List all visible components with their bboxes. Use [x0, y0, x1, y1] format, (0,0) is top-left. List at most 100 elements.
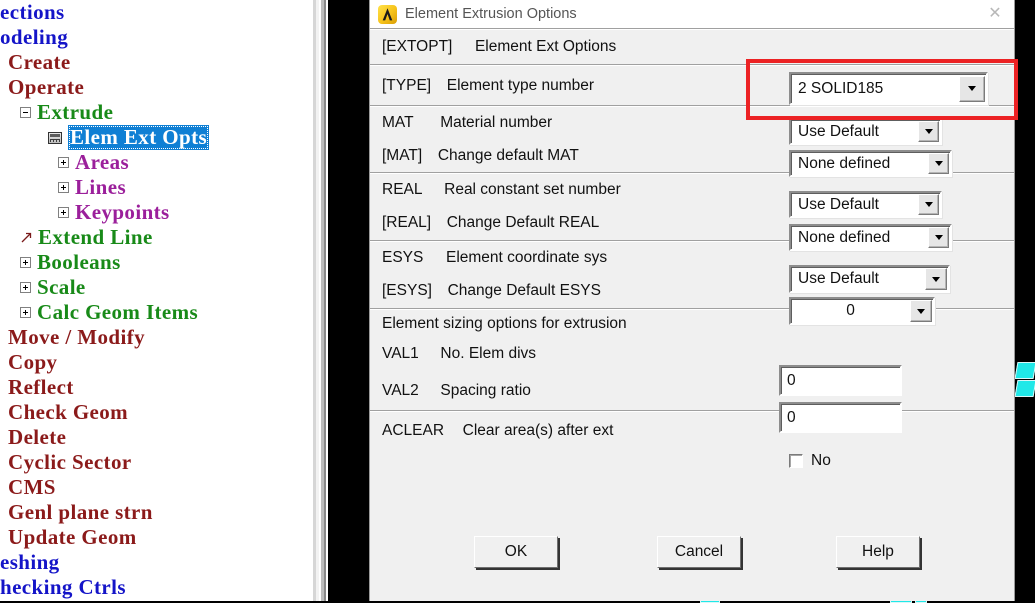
aclear-label: ACLEAR Clear area(s) after ext — [382, 422, 613, 440]
tree-item-hecking-ctrls[interactable]: hecking Ctrls — [0, 575, 311, 600]
tree-item-copy[interactable]: Copy — [0, 350, 311, 375]
material-number-combobox[interactable]: Use Default — [789, 118, 942, 145]
esys-change-label: [ESYS] Change Default ESYS — [382, 282, 601, 300]
tree-item-lines[interactable]: Lines — [0, 175, 311, 200]
tree-item-label: Check Geom — [8, 400, 129, 424]
real-change-code: [REAL] — [382, 214, 432, 231]
tree-vertical-scrollbar[interactable] — [311, 0, 328, 601]
real-code: REAL — [382, 181, 423, 198]
tree-item-label: CMS — [8, 475, 56, 499]
model-tree-panel[interactable]: ections odeling Create Operate Extrude Elem E… — [0, 0, 311, 601]
dialog-sheet-icon — [48, 131, 62, 144]
tree-item-label: Extend Line — [38, 225, 153, 249]
tree-item-booleans[interactable]: Booleans — [0, 250, 311, 275]
no-elem-divs-value: 0 — [787, 371, 796, 389]
tree-item-label: Elem Ext Opts — [68, 125, 210, 150]
mat-change-desc: Change default MAT — [437, 146, 579, 164]
clear-areas-after-ext-checkbox[interactable]: No — [789, 452, 831, 470]
tree-item-areas[interactable]: Areas — [0, 150, 311, 175]
change-default-real-combobox[interactable]: None defined — [789, 224, 952, 251]
chevron-down-icon[interactable] — [918, 121, 939, 142]
chevron-down-icon[interactable] — [918, 194, 939, 215]
collapse-icon[interactable] — [20, 107, 31, 119]
tree-item-check-geom[interactable]: Check Geom — [0, 400, 311, 425]
help-button-label: Help — [862, 543, 894, 560]
element-type-number-value: 2 SOLID185 — [798, 79, 884, 97]
tree-item-label: Areas — [75, 150, 130, 174]
checkbox-box[interactable] — [789, 454, 803, 468]
help-button[interactable]: Help — [836, 536, 920, 568]
val2-label: VAL2 Spacing ratio — [382, 382, 531, 400]
tree-item-label: Create — [8, 50, 71, 74]
tree-item-label: hecking Ctrls — [0, 575, 126, 599]
desktop-background: ections odeling Create Operate Extrude Elem E… — [0, 0, 1035, 603]
chevron-down-icon[interactable] — [928, 153, 949, 174]
extopt-desc: Element Ext Options — [474, 38, 617, 55]
element-type-number-combobox[interactable]: 2 SOLID185 — [789, 72, 988, 105]
tree-item-create[interactable]: Create — [0, 50, 311, 75]
chevron-down-icon[interactable] — [925, 268, 947, 290]
tree-item-label: Scale — [37, 275, 86, 299]
tree-item-extrude[interactable]: Extrude — [0, 100, 311, 125]
expand-icon[interactable] — [20, 257, 31, 269]
tree-item-delete[interactable]: Delete — [0, 425, 311, 450]
tree-item-scale[interactable]: Scale — [0, 275, 311, 300]
change-default-esys-combobox[interactable]: 0 — [789, 297, 935, 325]
extopt-section-header: [EXTOPT] Element Ext Options — [370, 30, 1014, 64]
element-coordinate-sys-combobox[interactable]: Use Default — [789, 265, 950, 293]
expand-icon[interactable] — [20, 282, 31, 294]
real-change-label: [REAL] Change Default REAL — [382, 214, 599, 232]
tree-item-cms[interactable]: CMS — [0, 475, 311, 500]
mat-change-label: [MAT] Change default MAT — [382, 147, 579, 165]
val1-code: VAL1 — [382, 345, 419, 362]
cancel-button-label: Cancel — [674, 543, 724, 560]
real-constant-set-combobox[interactable]: Use Default — [789, 191, 942, 218]
expand-icon[interactable] — [58, 157, 69, 169]
tree-item-label: Booleans — [37, 250, 121, 274]
tree-item-label: Copy — [8, 350, 58, 374]
change-default-esys-value: 0 — [846, 302, 855, 319]
tree-item-label: Cyclic Sector — [8, 450, 132, 474]
ok-button[interactable]: OK — [474, 536, 558, 568]
expand-icon[interactable] — [58, 207, 69, 219]
clear-areas-state-label: No — [811, 452, 831, 469]
tree-item-label: eshing — [0, 550, 60, 574]
change-default-mat-combobox[interactable]: None defined — [789, 150, 952, 177]
chevron-down-icon[interactable] — [959, 75, 985, 102]
aclear-desc: Clear area(s) after ext — [462, 422, 614, 439]
real-change-desc: Change Default REAL — [446, 214, 600, 231]
tree-item-label: Reflect — [8, 375, 74, 399]
val1-label: VAL1 No. Elem divs — [382, 345, 536, 363]
tree-item-ections[interactable]: ections — [0, 0, 311, 25]
tree-item-operate[interactable]: Operate — [0, 75, 311, 100]
tree-item-reflect[interactable]: Reflect — [0, 375, 311, 400]
dialog-title: Element Extrusion Options — [405, 6, 577, 22]
chevron-down-icon[interactable] — [910, 300, 932, 322]
tree-item-label: Update Geom — [8, 525, 137, 549]
spacing-ratio-input[interactable]: 0 — [779, 402, 902, 433]
tree-item-cyclic-sector[interactable]: Cyclic Sector — [0, 450, 311, 475]
expand-icon[interactable] — [20, 307, 31, 319]
mesh-element — [1014, 380, 1035, 397]
expand-icon[interactable] — [58, 182, 69, 194]
tree-item-update-geom[interactable]: Update Geom — [0, 525, 311, 550]
row-val1: VAL1 No. Elem divs — [370, 337, 1014, 371]
cancel-button[interactable]: Cancel — [657, 536, 741, 568]
chevron-down-icon[interactable] — [928, 227, 949, 248]
tree-item-move-modify[interactable]: Move / Modify — [0, 325, 311, 350]
tree-item-extend-line[interactable]: Extend Line — [0, 225, 311, 250]
tree-item-genl-plane-strn[interactable]: Genl plane strn — [0, 500, 311, 525]
val1-desc: No. Elem divs — [440, 345, 537, 362]
tree-item-label: Calc Geom Items — [37, 300, 199, 324]
no-elem-divs-input[interactable]: 0 — [779, 365, 902, 396]
close-icon[interactable]: ✕ — [982, 3, 1008, 25]
tree-item-elem-ext-opts[interactable]: Elem Ext Opts — [0, 125, 311, 150]
tree-item-keypoints[interactable]: Keypoints — [0, 200, 311, 225]
extopt-header-label: [EXTOPT] Element Ext Options — [382, 38, 616, 56]
tree-item-calc-geom-items[interactable]: Calc Geom Items — [0, 300, 311, 325]
tree-item-eshing[interactable]: eshing — [0, 550, 311, 575]
tree-item-odeling[interactable]: odeling — [0, 25, 311, 50]
mat-desc: Material number — [440, 114, 553, 131]
real-constant-set-value: Use Default — [798, 195, 879, 213]
dialog-titlebar[interactable]: Element Extrusion Options ✕ — [370, 0, 1014, 28]
